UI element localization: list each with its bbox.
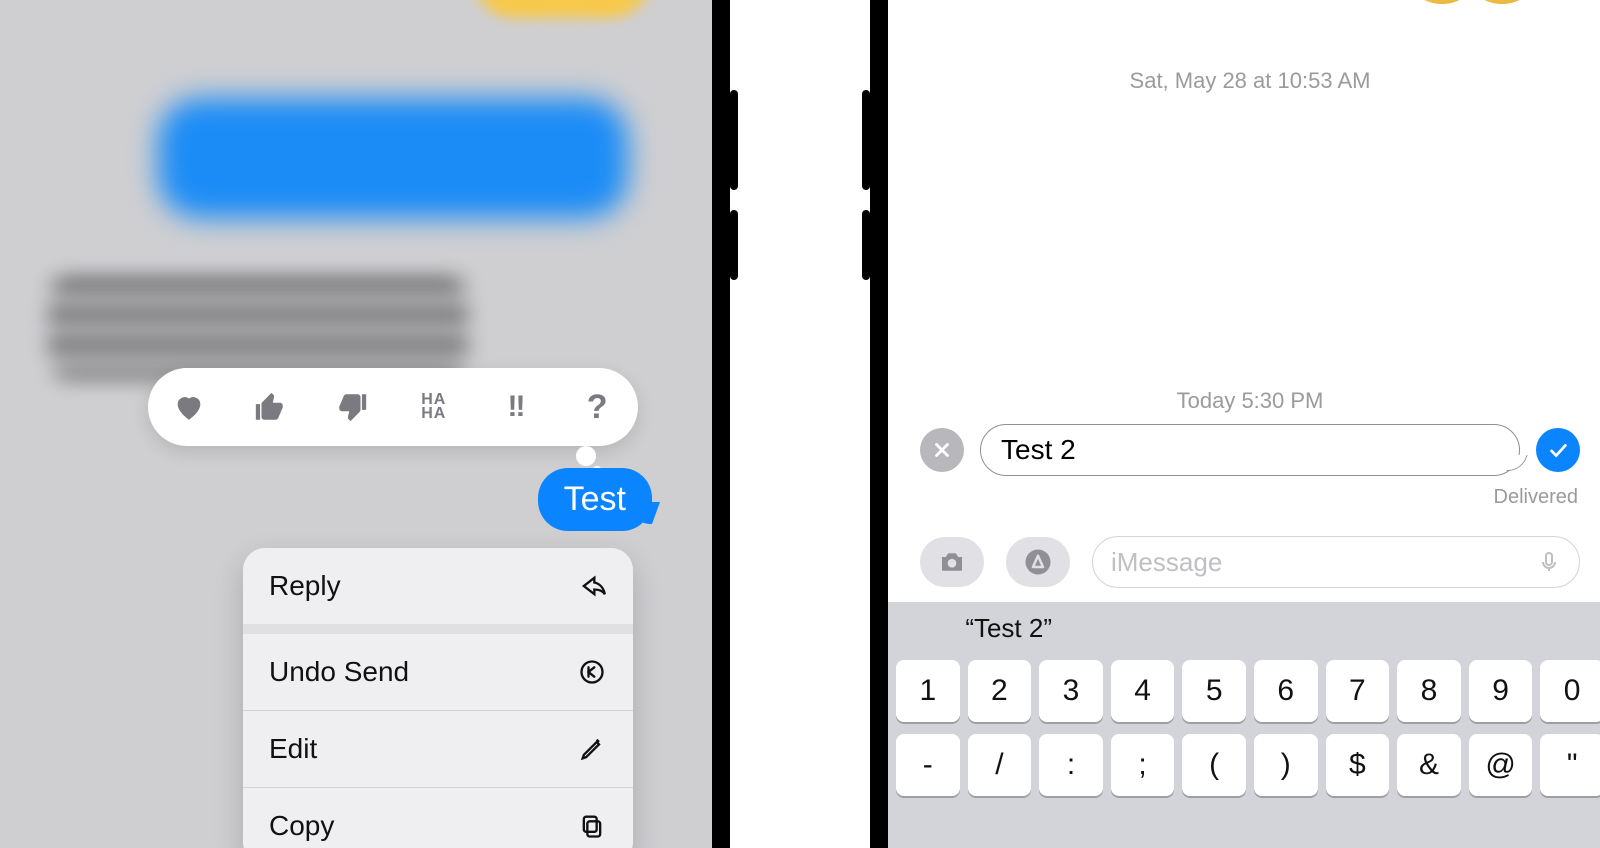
suggestion[interactable]: “Test 2” — [888, 613, 1129, 644]
tapback-exclaim[interactable]: !! — [489, 381, 541, 433]
cancel-edit-button[interactable] — [920, 428, 964, 472]
tapback-thumbs-down[interactable] — [326, 381, 378, 433]
blurred-sent-message — [158, 98, 628, 218]
key-0[interactable]: 0 — [1540, 660, 1600, 722]
key-8[interactable]: 8 — [1397, 660, 1461, 722]
camera-icon — [937, 547, 967, 577]
menu-label: Copy — [269, 810, 334, 842]
side-button — [862, 210, 870, 280]
key-)[interactable]: ) — [1254, 734, 1318, 796]
key--[interactable]: - — [896, 734, 960, 796]
phone-frame-right: Sat, May 28 at 10:53 AM Today 5:30 PM Te… — [870, 0, 1600, 848]
tapback-haha[interactable]: HAHA — [408, 381, 460, 433]
side-button — [862, 90, 870, 190]
menu-label: Reply — [269, 570, 341, 602]
tapback-heart[interactable] — [163, 381, 215, 433]
compose-row: iMessage — [920, 534, 1580, 590]
key-6[interactable]: 6 — [1254, 660, 1318, 722]
edit-message-row: Test 2 — [920, 422, 1580, 478]
key-9[interactable]: 9 — [1469, 660, 1533, 722]
tapback-tail — [576, 446, 596, 466]
edit-message-value: Test 2 — [1001, 434, 1076, 466]
blurred-received-message — [48, 278, 468, 378]
key-&[interactable]: & — [1397, 734, 1461, 796]
context-menu: Reply Undo Send Edit Copy — [243, 548, 633, 848]
microphone-icon — [1537, 550, 1561, 574]
pencil-icon — [577, 734, 607, 764]
edit-message-field[interactable]: Test 2 — [980, 424, 1520, 476]
key-rows: 1234567890 -/:;()$&@" — [888, 654, 1600, 802]
key-2[interactable]: 2 — [968, 660, 1032, 722]
menu-label: Undo Send — [269, 656, 409, 688]
menu-label: Edit — [269, 733, 317, 765]
menu-reply[interactable]: Reply — [243, 548, 633, 624]
phone-frame-left: HAHA !! ? Test Reply Undo Send Edit — [0, 0, 730, 848]
key-row: 1234567890 — [896, 660, 1600, 722]
key-3[interactable]: 3 — [1039, 660, 1103, 722]
menu-separator — [243, 624, 633, 634]
timestamp: Sat, May 28 at 10:53 AM — [888, 68, 1600, 94]
key-row: -/:;()$&@" — [896, 734, 1600, 796]
tapback-question[interactable]: ? — [571, 381, 623, 433]
delivery-status: Delivered — [1494, 486, 1578, 509]
undo-icon — [577, 657, 607, 687]
reply-icon — [577, 571, 607, 601]
suggestion-bar: “Test 2” — [888, 602, 1600, 654]
app-store-button[interactable] — [1006, 537, 1070, 587]
timestamp: Today 5:30 PM — [888, 388, 1600, 414]
compose-placeholder: iMessage — [1111, 547, 1222, 578]
key-:[interactable]: : — [1039, 734, 1103, 796]
key-"[interactable]: " — [1540, 734, 1600, 796]
side-button — [730, 90, 738, 190]
checkmark-icon — [1547, 439, 1569, 461]
emoji-pair — [1402, 0, 1562, 4]
key-([interactable]: ( — [1182, 734, 1246, 796]
key-4[interactable]: 4 — [1111, 660, 1175, 722]
menu-copy[interactable]: Copy — [243, 787, 633, 848]
tapback-thumbs-up[interactable] — [244, 381, 296, 433]
key-5[interactable]: 5 — [1182, 660, 1246, 722]
comparison-stage: HAHA !! ? Test Reply Undo Send Edit — [0, 0, 1600, 848]
sent-message-bubble[interactable]: Test — [538, 468, 652, 531]
key-@[interactable]: @ — [1469, 734, 1533, 796]
menu-undo-send[interactable]: Undo Send — [243, 634, 633, 710]
key-;[interactable]: ; — [1111, 734, 1175, 796]
screen-right: Sat, May 28 at 10:53 AM Today 5:30 PM Te… — [888, 0, 1600, 848]
bubble-tail — [1506, 455, 1527, 471]
copy-icon — [577, 811, 607, 841]
key-1[interactable]: 1 — [896, 660, 960, 722]
screen-left: HAHA !! ? Test Reply Undo Send Edit — [0, 0, 712, 848]
key-$[interactable]: $ — [1326, 734, 1390, 796]
compose-field[interactable]: iMessage — [1092, 536, 1580, 588]
tapback-bar: HAHA !! ? — [148, 368, 638, 446]
blurred-emoji — [472, 0, 652, 18]
key-/[interactable]: / — [968, 734, 1032, 796]
keyboard: “Test 2” 1234567890 -/:;()$&@" — [888, 602, 1600, 848]
app-store-icon — [1023, 547, 1053, 577]
menu-edit[interactable]: Edit — [243, 710, 633, 787]
confirm-edit-button[interactable] — [1536, 428, 1580, 472]
side-button — [730, 210, 738, 280]
close-icon — [931, 439, 953, 461]
camera-button[interactable] — [920, 537, 984, 587]
key-7[interactable]: 7 — [1326, 660, 1390, 722]
